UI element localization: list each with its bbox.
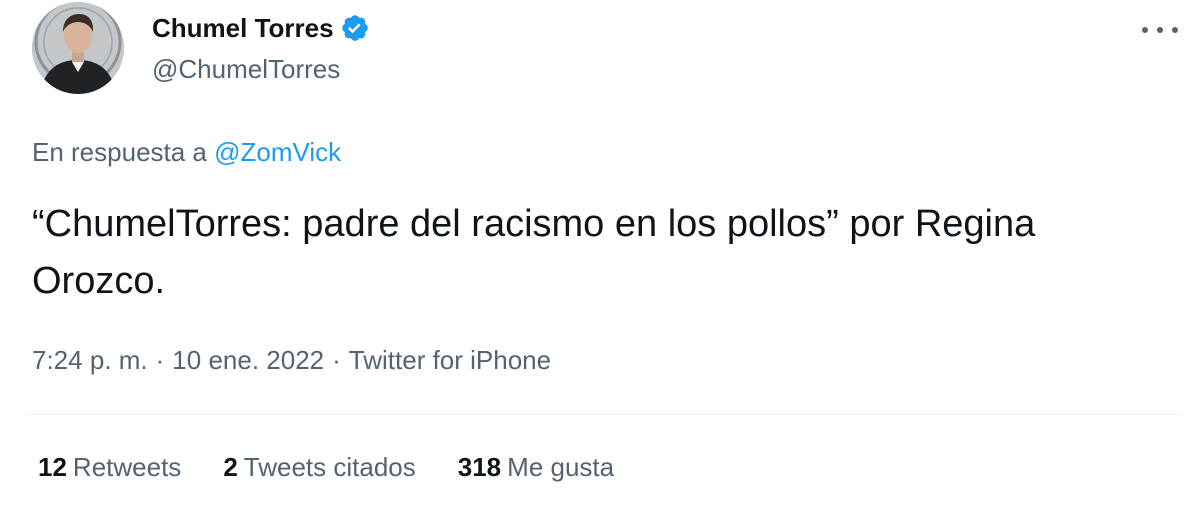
dot (1142, 27, 1148, 33)
tweet-time[interactable]: 7:24 p. m. (32, 345, 148, 376)
name-row: Chumel Torres (152, 10, 370, 46)
tweet-date[interactable]: 10 ene. 2022 (172, 345, 324, 376)
quotes-count: 2 (223, 452, 238, 482)
more-options-icon[interactable] (1142, 20, 1178, 40)
reply-mention-link[interactable]: @ZomVick (214, 137, 341, 167)
reply-context: En respuesta a @ZomVick (32, 137, 341, 168)
likes-stat[interactable]: 318 Me gusta (458, 452, 614, 483)
retweets-stat[interactable]: 12 Retweets (38, 452, 181, 483)
reply-prefix: En respuesta a (32, 137, 207, 167)
engagement-stats: 12 Retweets 2 Tweets citados 318 Me gusta (38, 452, 656, 483)
retweets-count: 12 (38, 452, 67, 482)
likes-label: Me gusta (507, 452, 615, 482)
tweet-meta: 7:24 p. m. · 10 ene. 2022 · Twitter for … (32, 345, 551, 376)
author-info: Chumel Torres @ChumelTorres (152, 10, 370, 85)
dot (1172, 27, 1178, 33)
likes-count: 318 (457, 452, 502, 482)
author-avatar[interactable] (32, 2, 124, 94)
quote-tweets-stat[interactable]: 2 Tweets citados (223, 452, 415, 483)
divider (28, 414, 1180, 415)
quotes-label: Tweets citados (243, 452, 416, 482)
meta-separator: · (155, 345, 165, 375)
avatar-photo (32, 2, 124, 94)
retweets-label: Retweets (72, 452, 182, 482)
tweet-text: “ChumelTorres: padre del racismo en los … (32, 203, 1036, 302)
author-display-name[interactable]: Chumel Torres (152, 13, 334, 44)
verified-badge-icon (340, 13, 370, 43)
author-handle[interactable]: @ChumelTorres (152, 54, 370, 85)
dot (1157, 27, 1163, 33)
meta-separator: · (332, 345, 341, 375)
tweet-source[interactable]: Twitter for iPhone (349, 345, 551, 376)
